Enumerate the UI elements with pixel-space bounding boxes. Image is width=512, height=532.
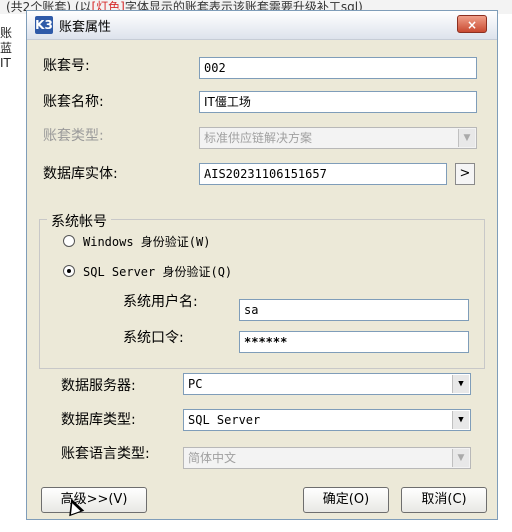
dialog-title: 账套属性 [59,20,112,35]
chevron-down-icon[interactable]: ▼ [452,375,469,393]
language-select: 简体中文 ▼ [183,447,471,469]
username-label: 系统用户名: [123,294,198,310]
dialog-titlebar[interactable]: K3 账套属性 × [27,11,497,40]
account-type-value: 标准供应链解决方案 [204,131,313,145]
k3-app-icon: K3 [35,16,53,34]
background-list: 账 蓝 IT [0,26,24,71]
language-label: 账套语言类型: [61,446,150,462]
sql-auth-label[interactable]: SQL Server 身份验证(Q) [83,263,232,280]
db-type-label: 数据库类型: [61,412,136,428]
db-type-value: SQL Server [188,413,261,427]
password-input[interactable]: ****** [239,331,469,353]
browse-db-button[interactable]: > [455,163,475,185]
account-name-label: 账套名称: [43,94,104,110]
background-list-item: 蓝 [0,41,13,55]
password-label: 系统口令: [123,330,184,346]
ok-button[interactable]: 确定(O) [303,487,389,513]
account-name-input[interactable]: IT僵工场 [199,91,477,113]
data-server-select[interactable]: PC ▼ [183,373,471,395]
db-entity-input[interactable]: AIS20231106151657 [199,163,447,185]
cancel-button[interactable]: 取消(C) [401,487,487,513]
system-account-group-title: 系统帐号 [47,211,111,231]
advanced-button[interactable]: 高级>>(V) [41,487,147,513]
windows-auth-radio[interactable] [63,235,75,247]
sql-auth-radio[interactable] [63,265,75,277]
db-entity-label: 数据库实体: [43,166,118,182]
language-value: 简体中文 [188,451,237,465]
background-list-item: 账 [0,26,13,40]
account-properties-dialog: K3 账套属性 × 账套号: 002 账套名称: IT僵工场 账套类型: 标准供… [26,10,498,520]
chevron-down-icon[interactable]: ▼ [452,411,469,429]
account-type-select: 标准供应链解决方案 ▼ [199,127,477,149]
account-type-label: 账套类型: [43,128,104,144]
account-no-input[interactable]: 002 [199,57,477,79]
chevron-down-icon: ▼ [452,449,469,467]
data-server-label: 数据服务器: [61,378,136,394]
account-no-label: 账套号: [43,58,90,74]
close-button[interactable]: × [457,15,487,33]
windows-auth-label[interactable]: Windows 身份验证(W) [83,233,210,250]
data-server-value: PC [188,377,203,391]
db-type-select[interactable]: SQL Server ▼ [183,409,471,431]
username-input[interactable]: sa [239,299,469,321]
chevron-down-icon: ▼ [458,129,475,147]
background-list-item: IT [0,56,11,70]
